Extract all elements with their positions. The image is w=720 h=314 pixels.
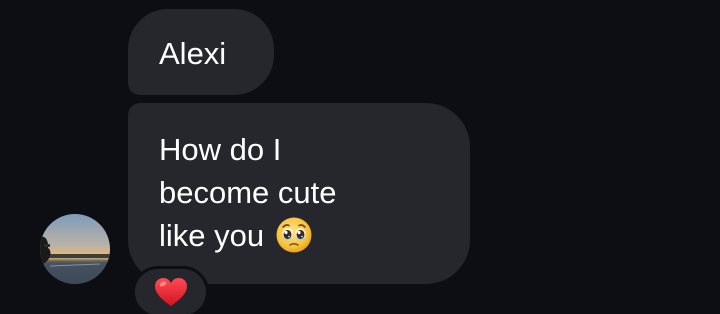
pleading-face-icon: [275, 216, 313, 265]
reaction-badge[interactable]: [132, 266, 209, 314]
message-line-text: like you: [159, 218, 265, 253]
message-line-last: like you: [159, 214, 440, 265]
red-heart-icon: [154, 278, 187, 306]
sender-avatar[interactable]: [40, 214, 110, 284]
message-bubble-name[interactable]: Alexi: [128, 9, 274, 95]
message-line: How do I: [159, 132, 282, 167]
avatar-photo: [40, 214, 110, 284]
message-text: Alexi: [159, 36, 227, 71]
message-line: become cute: [159, 175, 337, 210]
message-bubble[interactable]: How do I become cute like you: [128, 103, 470, 284]
